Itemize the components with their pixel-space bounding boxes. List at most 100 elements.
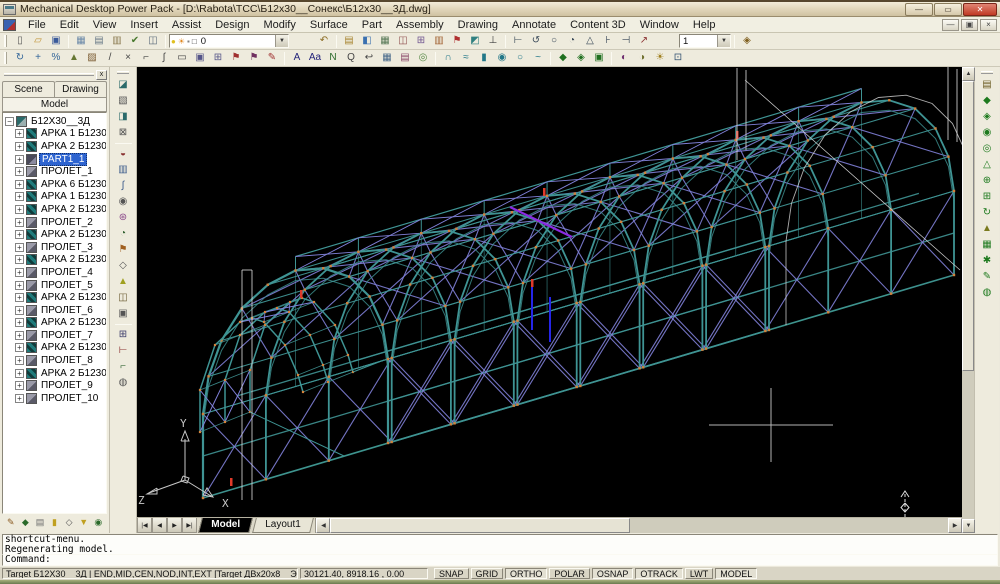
content-chain-icon[interactable]: ◇ — [114, 258, 133, 274]
constraint-flush-icon[interactable]: ◎ — [977, 141, 997, 157]
browser-clipboard-icon[interactable]: ▤ — [33, 516, 47, 530]
spline-icon[interactable]: ∫ — [155, 51, 173, 66]
menu-file[interactable]: File — [21, 18, 53, 32]
rotate-icon[interactable]: ↻ — [11, 51, 29, 66]
layer-combo-dropdown-icon[interactable]: ▼ — [275, 35, 288, 47]
new-part-icon[interactable]: ◆ — [977, 93, 997, 109]
status-toggle-otrack[interactable]: OTRACK — [635, 568, 683, 579]
materials-icon[interactable]: ◑ — [633, 51, 651, 66]
layer-states-icon[interactable]: ▦ — [376, 34, 394, 49]
properties-icon[interactable]: ◫ — [394, 34, 412, 49]
window-minimize-button[interactable]: — — [905, 3, 933, 16]
toolbar-grip[interactable] — [4, 52, 7, 64]
toolbar-grip[interactable] — [117, 71, 129, 74]
paste-icon[interactable]: ▥ — [108, 34, 126, 49]
feature-control-icon[interactable]: ⊣ — [617, 34, 635, 49]
layout1-tab[interactable]: Layout1 — [252, 518, 313, 533]
scale-combo[interactable]: 1▼ — [679, 34, 731, 48]
expand-icon[interactable]: + — [15, 142, 24, 151]
content-shaft-icon[interactable]: ▥ — [114, 162, 133, 178]
zoom-previous-icon[interactable]: ↩ — [360, 51, 378, 66]
tree-item[interactable]: −Б12X30__3Д — [5, 115, 106, 128]
mass-properties-icon[interactable]: ▦ — [977, 237, 997, 253]
render-icon[interactable]: ◐ — [615, 51, 633, 66]
constraint-insert-icon[interactable]: ⊕ — [977, 173, 997, 189]
numbering-icon[interactable]: N — [324, 51, 342, 66]
content-steel-shapes-icon[interactable]: ◪ — [114, 77, 133, 93]
tab-drawing[interactable]: Drawing — [55, 81, 107, 97]
block-icon[interactable]: ▣ — [191, 51, 209, 66]
scroll-right-icon[interactable]: ▶ — [948, 518, 962, 533]
browser-edit-icon[interactable]: ✎ — [4, 516, 18, 530]
mtext-icon[interactable]: Aa — [306, 51, 324, 66]
tree-item[interactable]: +АРКА 1 Б1230_2 — [5, 191, 106, 204]
text-icon[interactable]: A — [288, 51, 306, 66]
content-nuts-icon[interactable]: ◨ — [114, 109, 133, 125]
expand-icon[interactable]: + — [15, 343, 24, 352]
window-maximize-button[interactable]: ▭ — [934, 3, 962, 16]
expand-icon[interactable]: + — [15, 331, 24, 340]
constraint-angle-icon[interactable]: △ — [977, 157, 997, 173]
power-edit-icon[interactable]: ↺ — [527, 34, 545, 49]
tree-item[interactable]: +ПРОЛЕТ_3 — [5, 241, 106, 254]
new-icon[interactable]: ▯ — [11, 34, 29, 49]
expand-icon[interactable]: + — [15, 230, 24, 239]
line-icon[interactable]: / — [101, 51, 119, 66]
status-toggle-snap[interactable]: SNAP — [434, 568, 469, 579]
menu-window[interactable]: Window — [633, 18, 686, 32]
vertical-scroll-thumb[interactable] — [962, 81, 974, 371]
content-gears-icon[interactable]: ⊛ — [114, 210, 133, 226]
tab-scene[interactable]: Scene — [2, 81, 55, 97]
arc-dim-icon[interactable]: ◔ — [563, 34, 581, 49]
wireframe-svg[interactable]: YXZ — [137, 67, 962, 517]
horizontal-scroll-thumb[interactable] — [330, 518, 630, 533]
power-pack-icon[interactable]: ◈ — [738, 34, 756, 49]
angle-dim-icon[interactable]: △ — [581, 34, 599, 49]
menu-assembly[interactable]: Assembly — [389, 18, 451, 32]
drawing-viewport[interactable]: YXZ — [137, 67, 962, 517]
panel-grip[interactable] — [4, 73, 94, 76]
model-space-tab[interactable]: Model — [198, 518, 253, 533]
tree-item[interactable]: +АРКА 1 Б1230_1 — [5, 128, 106, 141]
content-favorites-icon[interactable]: ▣ — [114, 306, 133, 322]
expand-icon[interactable]: + — [15, 318, 24, 327]
menu-modify[interactable]: Modify — [256, 18, 302, 32]
assembly-modeling-icon[interactable]: ◈ — [572, 51, 590, 66]
mdi-restore-button[interactable]: ▣ — [961, 19, 978, 31]
content-fea-icon[interactable]: ▲ — [114, 274, 133, 290]
assembly-catalog-icon[interactable]: ▤ — [977, 77, 997, 93]
ucs-icon[interactable]: ⊥ — [484, 34, 502, 49]
tree-item[interactable]: +АРКА 2 Б1230_1 — [5, 140, 106, 153]
surface-icon[interactable]: ∩ — [439, 51, 457, 66]
content-belt-icon[interactable]: ⚑ — [114, 242, 133, 258]
revolve-icon[interactable]: ◉ — [493, 51, 511, 66]
layout-nav-1-icon[interactable]: ◀ — [152, 518, 167, 533]
expand-icon[interactable]: + — [15, 356, 24, 365]
status-toggle-grid[interactable]: GRID — [471, 568, 504, 579]
mirror-icon[interactable]: ▲ — [65, 51, 83, 66]
tree-item[interactable]: +АРКА 6 Б1230_1 — [5, 178, 106, 191]
browser-desktop-icon[interactable]: ◇ — [62, 516, 76, 530]
scale-icon[interactable]: % — [47, 51, 65, 66]
save-icon[interactable]: ▣ — [47, 34, 65, 49]
shell-icon[interactable]: ○ — [511, 51, 529, 66]
menu-content-3d[interactable]: Content 3D — [563, 18, 633, 32]
command-history[interactable]: shortcut-menu. Regenerating model. — [2, 534, 998, 555]
menu-help[interactable]: Help — [686, 18, 723, 32]
tree-item[interactable]: +ПРОЛЕТ_9 — [5, 379, 106, 392]
menu-edit[interactable]: Edit — [53, 18, 86, 32]
layout-nav-2-icon[interactable]: ▶ — [167, 518, 182, 533]
match-properties-icon[interactable]: ✔ — [126, 34, 144, 49]
browser-highlight-icon[interactable]: ▼ — [77, 516, 91, 530]
extrude-icon[interactable]: ▮ — [475, 51, 493, 66]
expand-icon[interactable]: + — [15, 218, 24, 227]
menu-annotate[interactable]: Annotate — [505, 18, 563, 32]
tree-item[interactable]: +АРКА 2 Б1230_9 — [5, 367, 106, 380]
scroll-left-icon[interactable]: ◀ — [316, 518, 330, 533]
tree-item[interactable]: +ПРОЛЕТ_6 — [5, 304, 106, 317]
tab-model[interactable]: Model — [2, 97, 107, 112]
expand-icon[interactable]: + — [15, 255, 24, 264]
expand-icon[interactable]: + — [15, 192, 24, 201]
toolbar-grip[interactable] — [4, 35, 7, 47]
content-library-icon[interactable]: ◫ — [114, 290, 133, 306]
